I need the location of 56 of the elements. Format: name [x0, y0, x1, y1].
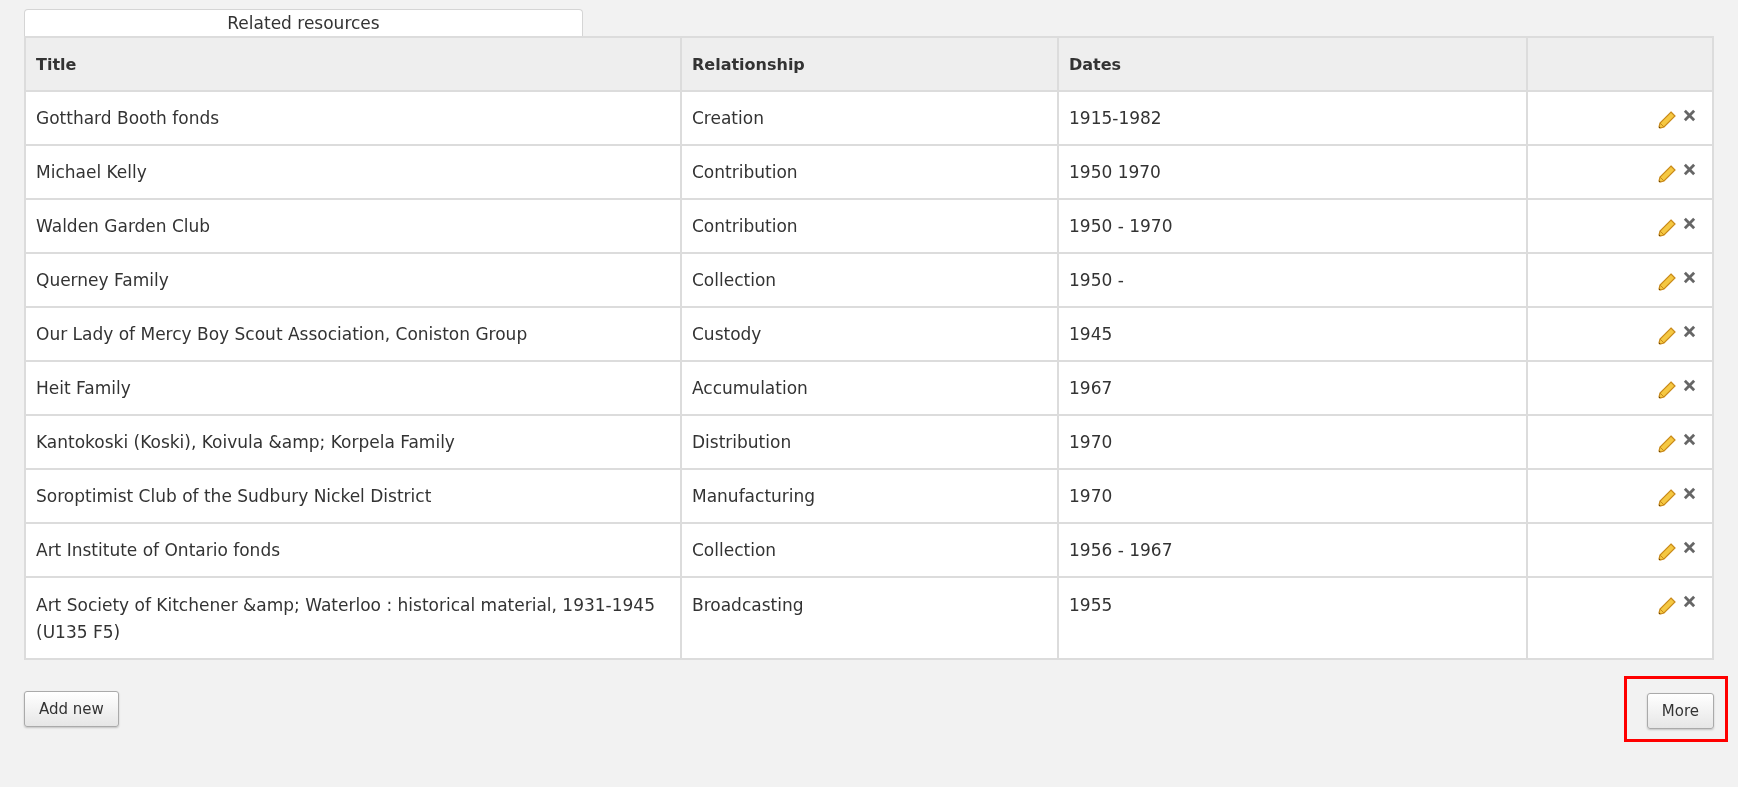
relationship-cell: Collection — [681, 253, 1058, 307]
column-header: Dates — [1058, 37, 1527, 91]
pencil-icon[interactable] — [1657, 326, 1677, 346]
relationship-cell: Broadcasting — [681, 577, 1058, 659]
relationship-cell: Creation — [681, 91, 1058, 145]
pencil-icon[interactable] — [1657, 218, 1677, 238]
title-cell: Art Institute of Ontario fonds — [25, 523, 681, 577]
close-icon[interactable] — [1683, 162, 1696, 176]
title-cell: Kantokoski (Koski), Koivula &amp; Korpela Family — [25, 415, 681, 469]
title-cell: Art Society of Kitchener &amp; Waterloo : historical material, 1931-1945 (U135 F5) — [25, 577, 681, 659]
dates-cell: 1967 — [1058, 361, 1527, 415]
relationship-cell: Contribution — [681, 145, 1058, 199]
dates-cell: 1915-1982 — [1058, 91, 1527, 145]
more-button[interactable]: More — [1646, 693, 1714, 729]
close-icon[interactable] — [1683, 216, 1696, 230]
close-icon[interactable] — [1683, 594, 1696, 608]
dates-cell: 1945 — [1058, 307, 1527, 361]
title-cell: Gotthard Booth fonds — [25, 91, 681, 145]
close-icon[interactable] — [1683, 540, 1696, 554]
close-icon[interactable] — [1683, 486, 1696, 500]
dates-cell: 1955 — [1058, 577, 1527, 659]
dates-cell: 1950 1970 — [1058, 145, 1527, 199]
title-cell: Querney Family — [25, 253, 681, 307]
add-new-button[interactable]: Add new — [24, 691, 119, 727]
column-header: Relationship — [681, 37, 1058, 91]
close-icon[interactable] — [1683, 324, 1696, 338]
pencil-icon[interactable] — [1657, 110, 1677, 130]
pencil-icon[interactable] — [1657, 596, 1677, 616]
close-icon[interactable] — [1683, 108, 1696, 122]
relationship-cell: Manufacturing — [681, 469, 1058, 523]
close-icon[interactable] — [1683, 432, 1696, 446]
dates-cell: 1950 - — [1058, 253, 1527, 307]
dates-cell: 1956 - 1967 — [1058, 523, 1527, 577]
pencil-icon[interactable] — [1657, 164, 1677, 184]
relationship-cell: Distribution — [681, 415, 1058, 469]
title-cell: Our Lady of Mercy Boy Scout Association, Coniston Group — [25, 307, 681, 361]
dates-cell: 1950 - 1970 — [1058, 199, 1527, 253]
pencil-icon[interactable] — [1657, 488, 1677, 508]
relationship-cell: Custody — [681, 307, 1058, 361]
dates-cell: 1970 — [1058, 415, 1527, 469]
dates-cell: 1970 — [1058, 469, 1527, 523]
pencil-icon[interactable] — [1657, 380, 1677, 400]
pencil-icon[interactable] — [1657, 542, 1677, 562]
column-header: Title — [25, 37, 681, 91]
close-icon[interactable] — [1683, 270, 1696, 284]
relationship-cell: Collection — [681, 523, 1058, 577]
relationship-cell: Accumulation — [681, 361, 1058, 415]
close-icon[interactable] — [1683, 378, 1696, 392]
pencil-icon[interactable] — [1657, 272, 1677, 292]
title-cell: Heit Family — [25, 361, 681, 415]
tab[interactable]: Related resources — [24, 9, 583, 36]
title-cell: Walden Garden Club — [25, 199, 681, 253]
pencil-icon[interactable] — [1657, 434, 1677, 454]
relationship-cell: Contribution — [681, 199, 1058, 253]
title-cell: Michael Kelly — [25, 145, 681, 199]
title-cell: Soroptimist Club of the Sudbury Nickel District — [25, 469, 681, 523]
